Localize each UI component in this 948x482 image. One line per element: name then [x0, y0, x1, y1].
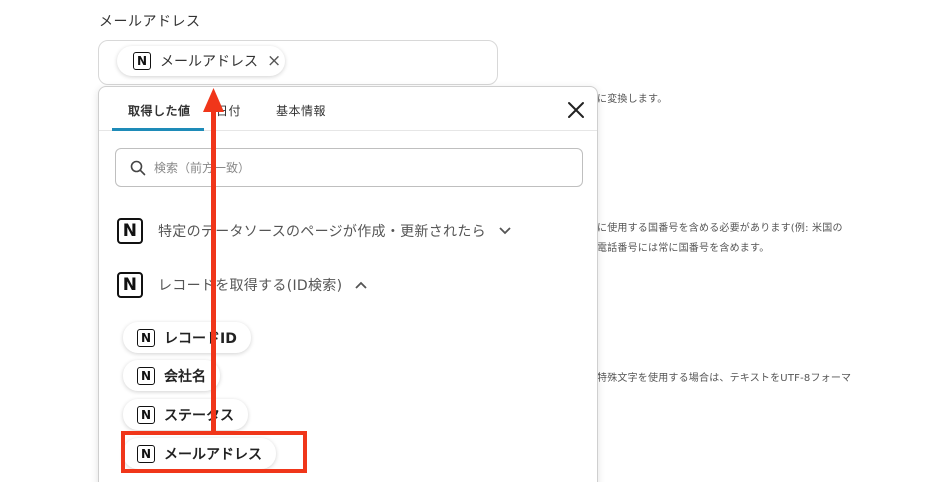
notion-icon: N	[117, 218, 143, 244]
item-label: レコードID	[164, 330, 237, 347]
remove-chip-icon[interactable]: ×	[267, 52, 281, 70]
item-label: 会社名	[164, 368, 206, 385]
close-icon[interactable]	[565, 99, 587, 121]
tab-retrieved-values[interactable]: 取得した値	[128, 102, 191, 119]
highlight-box	[121, 431, 307, 473]
notion-icon: N	[117, 272, 143, 298]
chevron-down-icon	[499, 227, 511, 235]
search-box[interactable]	[115, 148, 583, 187]
section-label: レコードを取得する(ID検索)	[158, 278, 343, 294]
notion-icon: N	[137, 328, 155, 347]
help-text-4: 特殊文字を使用する場合は、テキストをUTF-8フォーマ	[597, 373, 852, 384]
list-item-status[interactable]: N ステータス	[123, 399, 248, 430]
section-get-record-by-id[interactable]: N レコードを取得する(ID検索)	[117, 272, 368, 298]
list-item-record-id[interactable]: N レコードID	[123, 322, 251, 353]
popover-tabs: 取得した値 日付 基本情報	[99, 87, 597, 131]
value-picker-popover: 取得した値 日付 基本情報 N 特定のデータソースのページが作成・更新されたら …	[98, 86, 598, 482]
tab-date[interactable]: 日付	[216, 102, 241, 119]
notion-icon: N	[133, 52, 151, 70]
search-input[interactable]	[154, 160, 554, 175]
section-label: 特定のデータソースのページが作成・更新されたら	[158, 224, 486, 240]
help-text-2: に使用する国番号を含める必要があります(例: 米国の	[597, 223, 843, 234]
list-item-company-name[interactable]: N 会社名	[123, 360, 220, 391]
tab-basic-info[interactable]: 基本情報	[276, 102, 326, 119]
email-field-label: メールアドレス	[99, 14, 201, 30]
selected-value-label: メールアドレス	[160, 54, 258, 70]
selected-value-chip[interactable]: N メールアドレス ×	[117, 46, 285, 76]
section-page-created-updated[interactable]: N 特定のデータソースのページが作成・更新されたら	[117, 218, 512, 244]
help-text-1: に変換します。	[597, 94, 668, 105]
item-label: ステータス	[164, 407, 234, 424]
chevron-up-icon	[355, 281, 367, 289]
notion-icon: N	[137, 405, 155, 424]
notion-icon: N	[137, 366, 155, 385]
help-text-3: 電話番号には常に国番号を含めます。	[597, 243, 770, 254]
search-icon	[130, 160, 146, 175]
active-tab-indicator	[112, 128, 204, 131]
